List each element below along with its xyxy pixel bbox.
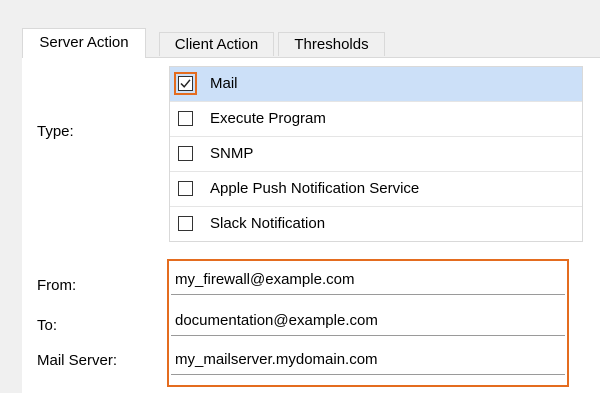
tab-thresholds[interactable]: Thresholds: [278, 32, 385, 56]
type-label: Type:: [37, 123, 74, 140]
type-option-label: Slack Notification: [210, 215, 326, 232]
type-list: Mail Execute Program SNMP Apple Push Not…: [169, 66, 583, 242]
type-option-label: Mail: [210, 75, 238, 92]
type-option-label: SNMP: [210, 145, 254, 162]
tab-server-action[interactable]: Server Action: [22, 28, 146, 58]
snmp-checkbox[interactable]: [178, 146, 193, 161]
to-field[interactable]: documentation@example.com: [171, 308, 565, 336]
type-option-snmp[interactable]: SNMP: [170, 137, 582, 172]
type-option-execute-program[interactable]: Execute Program: [170, 102, 582, 137]
tab-client-action[interactable]: Client Action: [159, 32, 274, 56]
from-field[interactable]: my_firewall@example.com: [171, 267, 565, 295]
from-label: From:: [37, 277, 77, 294]
type-option-label: Apple Push Notification Service: [210, 180, 420, 197]
mail-fields-highlight: my_firewall@example.com documentation@ex…: [167, 259, 569, 387]
type-option-mail[interactable]: Mail: [170, 67, 582, 102]
checkbox-highlight-ring: [174, 72, 197, 95]
mail-server-field[interactable]: my_mailserver.mydomain.com: [171, 347, 565, 375]
to-label: To:: [37, 317, 58, 334]
type-option-apple-push[interactable]: Apple Push Notification Service: [170, 172, 582, 207]
type-option-slack[interactable]: Slack Notification: [170, 207, 582, 242]
type-option-label: Execute Program: [210, 110, 326, 127]
execute-program-checkbox[interactable]: [178, 111, 193, 126]
apple-push-checkbox[interactable]: [178, 181, 193, 196]
slack-checkbox[interactable]: [178, 216, 193, 231]
mail-server-label: Mail Server:: [37, 352, 118, 369]
